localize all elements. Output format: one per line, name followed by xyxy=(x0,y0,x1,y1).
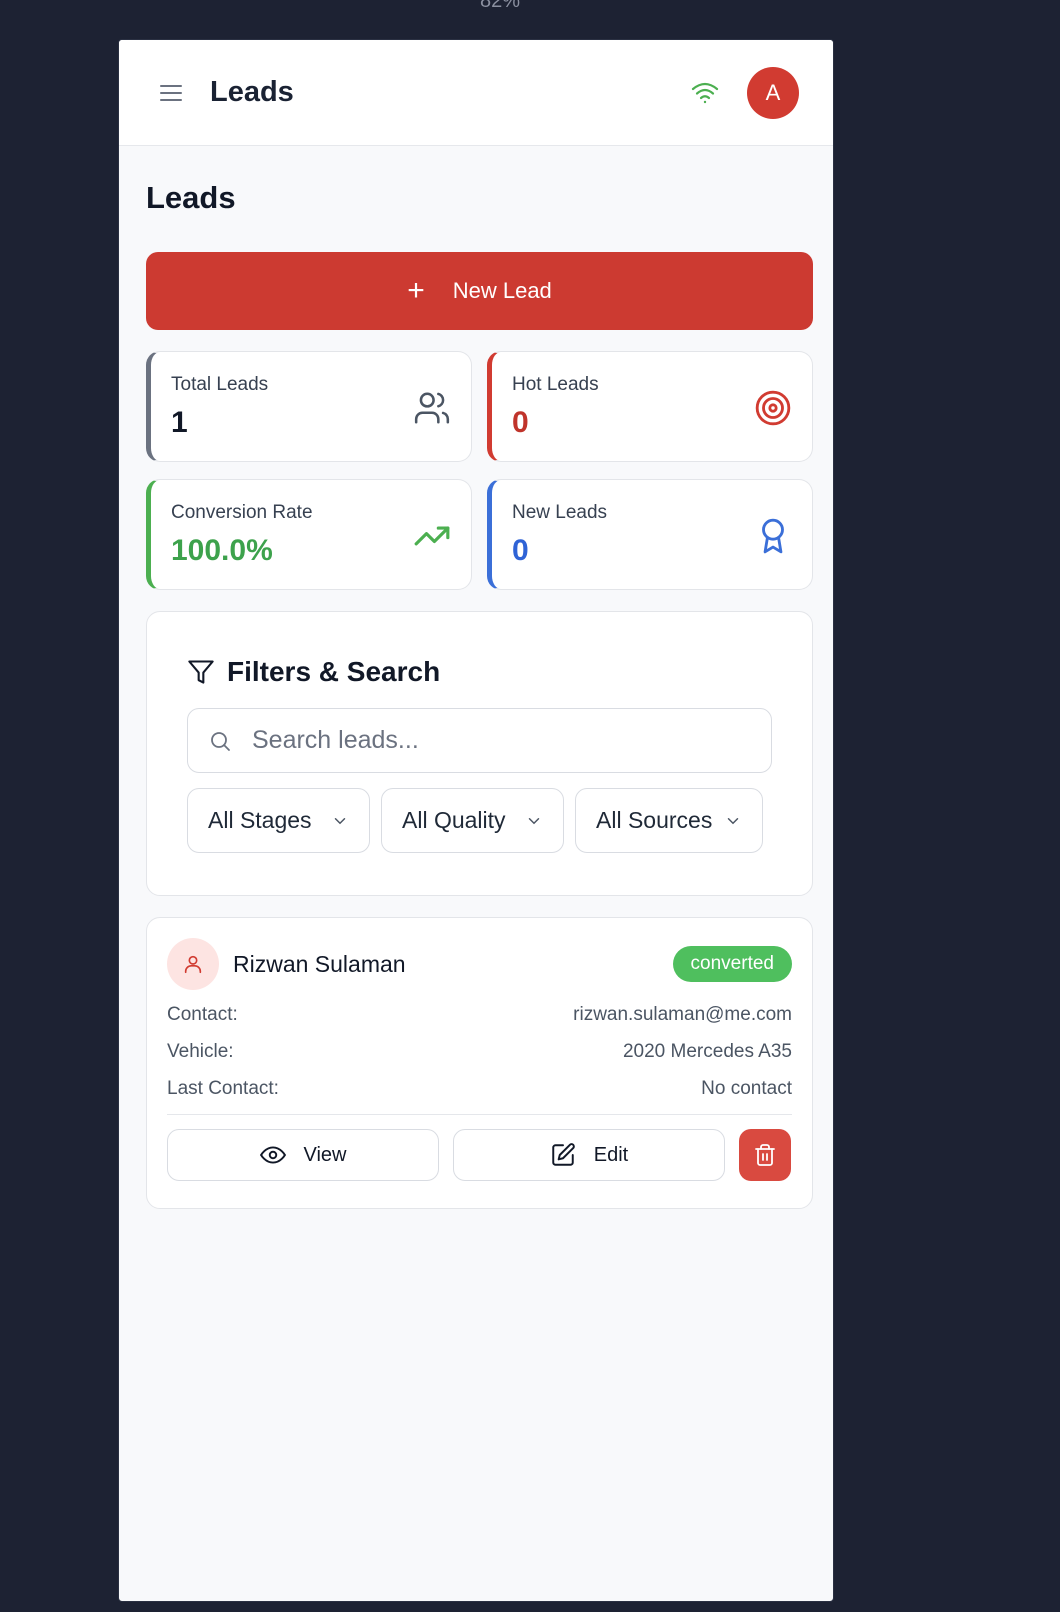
view-label: View xyxy=(303,1143,347,1166)
delete-button[interactable] xyxy=(739,1129,791,1181)
filters-title: Filters & Search xyxy=(227,656,441,687)
stat-label: Hot Leads xyxy=(512,374,599,395)
stat-label: Total Leads xyxy=(171,374,269,395)
filters-header: Filters & Search xyxy=(187,656,772,688)
search-box[interactable] xyxy=(187,708,772,773)
menu-button[interactable] xyxy=(159,81,183,105)
contact-value: rizwan.sulaman@me.com xyxy=(573,1004,792,1025)
zoom-indicator: 82% xyxy=(479,0,521,12)
filter-icon xyxy=(188,660,214,684)
lead-actions: View Edit xyxy=(167,1129,792,1181)
last-contact-row: Last Contact: No contact xyxy=(167,1078,792,1100)
stat-card-new-leads: New Leads 0 xyxy=(487,479,813,590)
top-bar: Leads A xyxy=(119,40,833,146)
user-avatar[interactable]: A xyxy=(747,66,799,119)
plus-icon: + xyxy=(407,274,425,307)
divider xyxy=(167,1114,792,1115)
user-icon xyxy=(184,955,202,974)
lead-card: Rizwan Sulaman converted Contact: rizwan… xyxy=(146,917,813,1209)
hamburger-icon xyxy=(160,84,182,101)
chevron-down-icon xyxy=(334,817,346,824)
stats-grid: Total Leads 1 Hot Leads 0 Conversion Rat… xyxy=(146,351,813,590)
trash-icon xyxy=(755,1144,775,1166)
status-badge: converted xyxy=(672,946,792,982)
app-window: Leads A Leads + New Lead Total Leads 1 H… xyxy=(118,39,834,1602)
filter-selects: All Stages All Quality All Sources xyxy=(187,788,772,853)
last-contact-label: Last Contact: xyxy=(167,1078,279,1099)
filters-panel: Filters & Search All Stages All Quality xyxy=(146,611,813,896)
stat-card-conversion-rate: Conversion Rate 100.0% xyxy=(146,479,472,590)
lead-card-header: Rizwan Sulaman converted xyxy=(167,938,792,990)
contact-row: Contact: rizwan.sulaman@me.com xyxy=(167,1004,792,1026)
stat-label: Conversion Rate xyxy=(171,502,313,523)
source-select[interactable]: All Sources xyxy=(575,788,763,853)
target-icon xyxy=(755,390,791,426)
source-select-value: All Sources xyxy=(596,807,713,833)
lead-name[interactable]: Rizwan Sulaman xyxy=(233,951,673,978)
stat-value: 0 xyxy=(512,534,529,567)
stage-select[interactable]: All Stages xyxy=(187,788,370,853)
search-icon xyxy=(211,731,230,751)
users-icon xyxy=(414,392,450,424)
new-lead-label: New Lead xyxy=(452,278,552,303)
edit-button[interactable]: Edit xyxy=(453,1129,725,1181)
top-bar-title: Leads xyxy=(210,76,294,108)
quality-select[interactable]: All Quality xyxy=(381,788,564,853)
page-title: Leads xyxy=(146,180,236,215)
chevron-down-icon xyxy=(727,817,739,824)
wifi-icon xyxy=(689,77,721,109)
stat-value: 0 xyxy=(512,406,529,439)
search-input[interactable] xyxy=(252,726,712,755)
lead-details: Contact: rizwan.sulaman@me.com Vehicle: … xyxy=(167,1004,792,1100)
chevron-down-icon xyxy=(528,817,540,824)
trending-up-icon xyxy=(414,526,450,546)
stat-value: 1 xyxy=(171,406,188,439)
stat-value: 100.0% xyxy=(171,534,273,567)
vehicle-value: 2020 Mercedes A35 xyxy=(622,1041,792,1062)
stat-label: New Leads xyxy=(512,502,608,523)
contact-label: Contact: xyxy=(167,1004,238,1025)
eye-icon xyxy=(259,1146,286,1164)
vehicle-label: Vehicle: xyxy=(167,1041,234,1062)
last-contact-value: No contact xyxy=(701,1078,792,1099)
edit-label: Edit xyxy=(593,1143,629,1166)
lead-avatar xyxy=(167,938,219,990)
stat-card-total-leads: Total Leads 1 xyxy=(146,351,472,462)
edit-icon xyxy=(552,1143,575,1166)
award-icon xyxy=(762,518,784,554)
stat-card-hot-leads: Hot Leads 0 xyxy=(487,351,813,462)
main-content: Leads + New Lead Total Leads 1 Hot Leads… xyxy=(119,180,833,1209)
quality-select-value: All Quality xyxy=(402,807,506,833)
vehicle-row: Vehicle: 2020 Mercedes A35 xyxy=(167,1041,792,1063)
view-button[interactable]: View xyxy=(167,1129,439,1181)
stage-select-value: All Stages xyxy=(208,807,312,833)
new-lead-button[interactable]: + New Lead xyxy=(146,252,813,330)
